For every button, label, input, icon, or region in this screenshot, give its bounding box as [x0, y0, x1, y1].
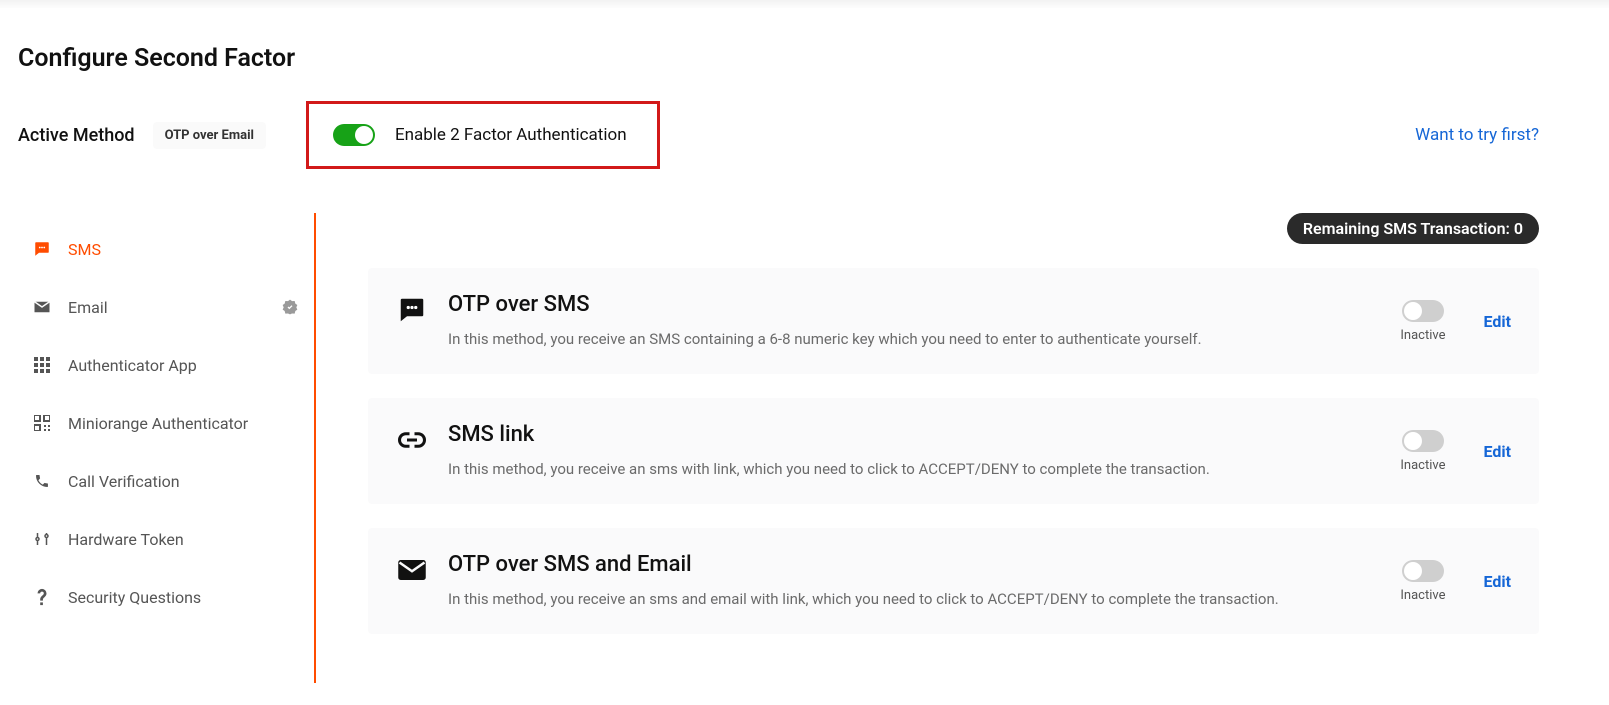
sidebar-item-call-verification[interactable]: Call Verification: [18, 459, 304, 503]
card-toggle[interactable]: [1402, 300, 1444, 322]
sidebar-item-miniorange-authenticator[interactable]: Miniorange Authenticator: [18, 401, 304, 445]
qr-icon: [32, 413, 52, 433]
remaining-sms-badge: Remaining SMS Transaction: 0: [1287, 213, 1539, 244]
sms-bubble-icon: [396, 294, 428, 326]
card-status: Inactive: [1400, 328, 1445, 343]
edit-link[interactable]: Edit: [1483, 442, 1511, 461]
email-icon: [32, 297, 52, 317]
sidebar-item-label: Call Verification: [68, 472, 180, 491]
sms-icon: [32, 239, 52, 259]
sidebar-item-label: Security Questions: [68, 588, 201, 607]
check-icon: [282, 299, 298, 315]
card-toggle[interactable]: [1402, 560, 1444, 582]
enable-2fa-toggle[interactable]: [333, 124, 375, 146]
card-desc: In this method, you receive an SMS conta…: [448, 329, 1380, 350]
question-icon: [32, 587, 52, 607]
sidebar-item-security-questions[interactable]: Security Questions: [18, 575, 304, 619]
method-card-otp-over-sms: OTP over SMS In this method, you receive…: [368, 268, 1539, 374]
link-icon: [396, 424, 428, 456]
token-icon: [32, 529, 52, 549]
sidebar-item-label: Miniorange Authenticator: [68, 414, 248, 433]
top-border: [0, 0, 1609, 8]
enable-2fa-box: Enable 2 Factor Authentication: [306, 101, 660, 169]
card-status: Inactive: [1400, 458, 1445, 473]
card-title: OTP over SMS and Email: [448, 552, 1380, 577]
main-panel: Remaining SMS Transaction: 0 OTP over SM…: [316, 213, 1591, 683]
want-to-try-link[interactable]: Want to try first?: [1415, 125, 1591, 145]
sidebar: SMS Email Authenticator App: [18, 213, 316, 683]
card-desc: In this method, you receive an sms with …: [448, 459, 1380, 480]
sidebar-item-label: Hardware Token: [68, 530, 184, 549]
grid-icon: [32, 355, 52, 375]
method-card-sms-link: SMS link In this method, you receive an …: [368, 398, 1539, 504]
card-toggle[interactable]: [1402, 430, 1444, 452]
card-status: Inactive: [1400, 588, 1445, 603]
sidebar-item-label: SMS: [68, 240, 101, 259]
enable-2fa-label: Enable 2 Factor Authentication: [395, 125, 627, 145]
envelope-icon: [396, 554, 428, 586]
active-method-badge: OTP over Email: [153, 122, 266, 149]
header-row: Active Method OTP over Email Enable 2 Fa…: [18, 101, 1591, 169]
sidebar-item-label: Email: [68, 298, 108, 317]
sidebar-item-hardware-token[interactable]: Hardware Token: [18, 517, 304, 561]
active-method-label: Active Method: [18, 125, 135, 146]
card-title: SMS link: [448, 422, 1380, 447]
sidebar-item-email[interactable]: Email: [18, 285, 304, 329]
sidebar-item-sms[interactable]: SMS: [18, 227, 304, 271]
sidebar-item-label: Authenticator App: [68, 356, 197, 375]
card-desc: In this method, you receive an sms and e…: [448, 589, 1380, 610]
card-title: OTP over SMS: [448, 292, 1380, 317]
method-card-otp-over-sms-and-email: OTP over SMS and Email In this method, y…: [368, 528, 1539, 634]
sidebar-item-authenticator-app[interactable]: Authenticator App: [18, 343, 304, 387]
page-title: Configure Second Factor: [18, 44, 1591, 73]
edit-link[interactable]: Edit: [1483, 572, 1511, 591]
phone-icon: [32, 471, 52, 491]
edit-link[interactable]: Edit: [1483, 312, 1511, 331]
